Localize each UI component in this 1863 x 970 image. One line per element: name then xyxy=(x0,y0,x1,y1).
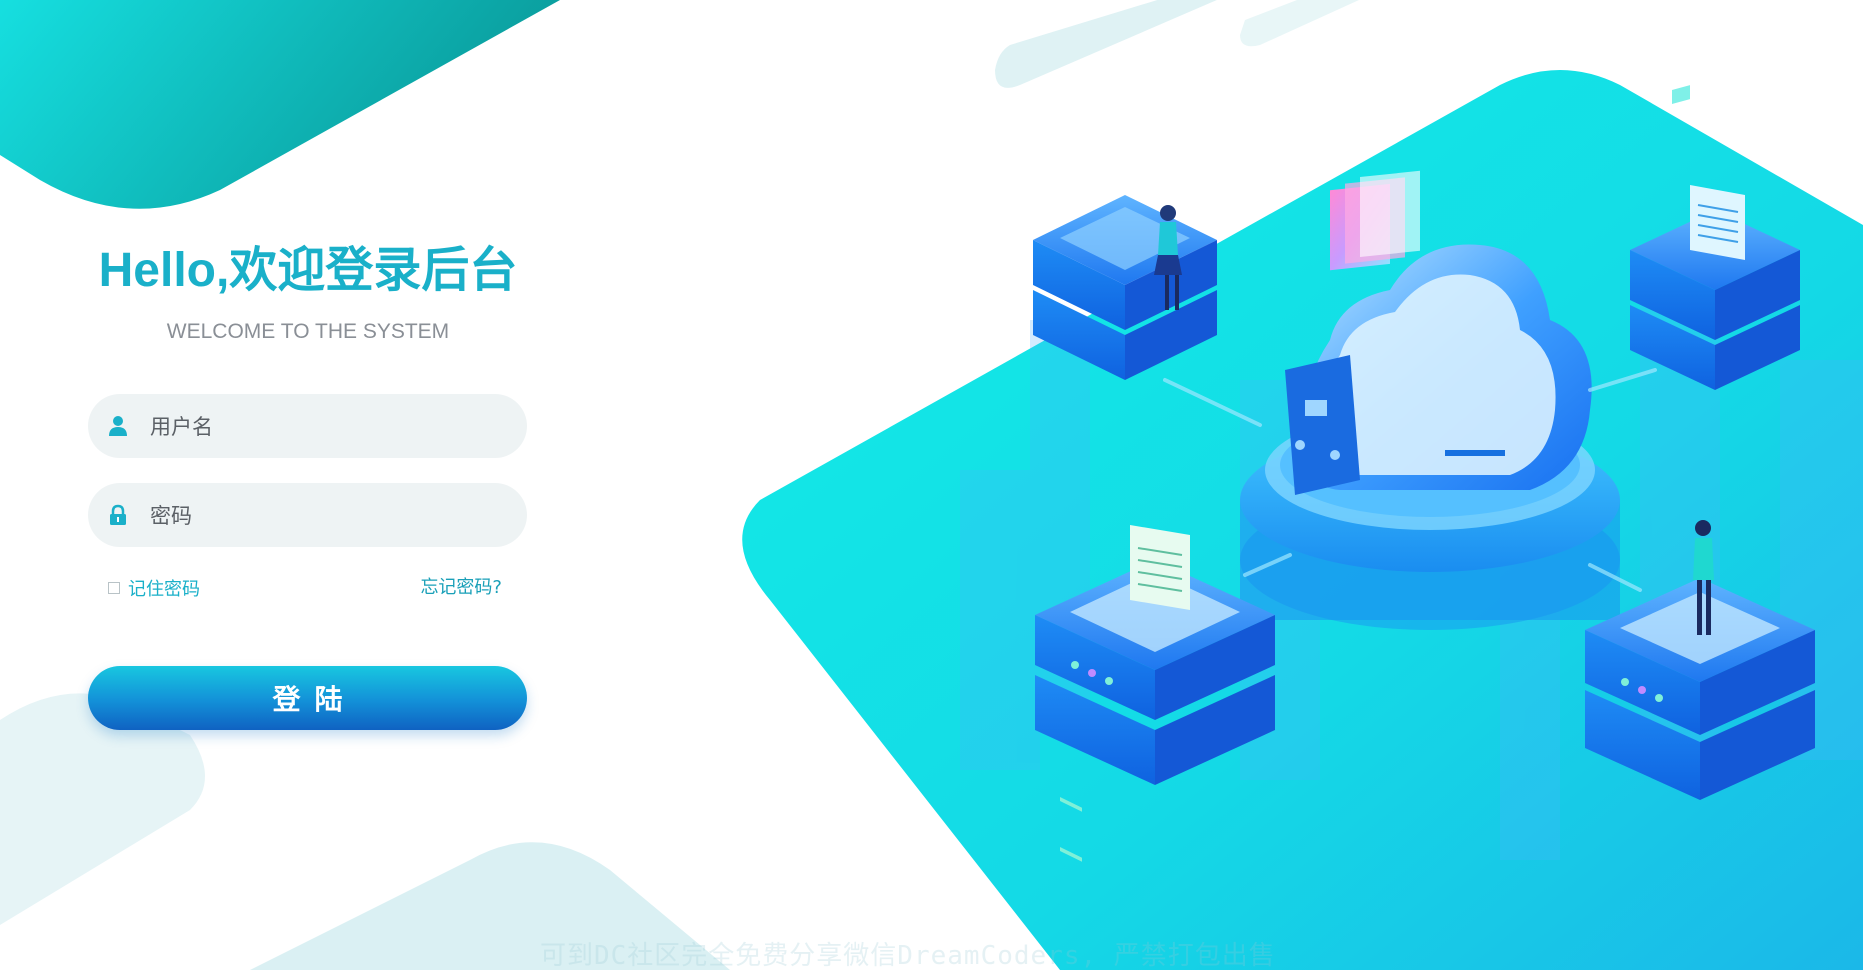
login-page: Hello,欢迎登录后台 WELCOME TO THE SYSTEM 记住密码 … xyxy=(0,0,1863,970)
login-button[interactable]: 登陆 xyxy=(88,666,527,730)
remember-password-label: 记住密码 xyxy=(128,579,200,600)
username-field[interactable] xyxy=(88,394,527,458)
password-field[interactable] xyxy=(88,483,527,547)
page-title: Hello,欢迎登录后台 xyxy=(98,244,518,297)
top-pill-shape xyxy=(995,0,1217,88)
password-input[interactable] xyxy=(148,495,512,537)
page-subtitle: WELCOME TO THE SYSTEM xyxy=(166,320,450,343)
username-input[interactable] xyxy=(148,406,512,448)
lock-icon xyxy=(110,504,126,525)
checkbox-box[interactable] xyxy=(108,582,120,594)
top-left-shape xyxy=(0,0,560,209)
forgot-password-link[interactable]: 忘记密码? xyxy=(420,576,502,600)
top-pill-shape-2 xyxy=(1240,0,1359,47)
remember-password-checkbox[interactable]: 记住密码 xyxy=(108,576,200,600)
user-icon xyxy=(109,416,127,436)
watermark-text: 可到DC社区完全免费分享微信DreamCoders, 严禁打包出售 xyxy=(540,941,1276,970)
